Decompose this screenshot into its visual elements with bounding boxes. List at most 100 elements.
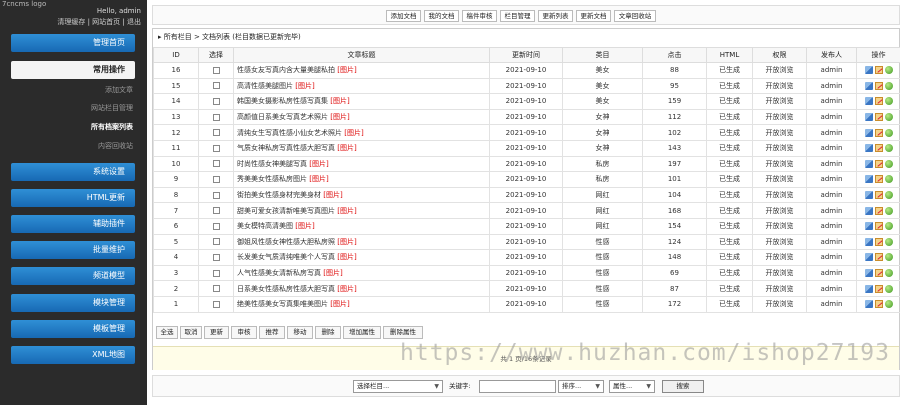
row-checkbox[interactable]: [212, 269, 220, 277]
sidebar-item-batch-maintain[interactable]: 批量维护: [11, 241, 135, 259]
preview-icon[interactable]: [864, 97, 873, 106]
edit-icon[interactable]: [874, 222, 883, 231]
sidebar-item-module-manage[interactable]: 模块管理: [11, 294, 135, 312]
article-title-link[interactable]: 绝美性感美女写真集唯美图片: [237, 300, 328, 308]
article-title-link[interactable]: 御姐风性感女神性感大胆私房照: [237, 238, 335, 246]
row-checkbox[interactable]: [212, 222, 220, 230]
row-checkbox[interactable]: [212, 66, 220, 74]
row-checkbox[interactable]: [212, 82, 220, 90]
sidebar-item-system-settings[interactable]: 系统设置: [11, 163, 135, 181]
remove-attribute-button[interactable]: 删除属性: [383, 326, 423, 339]
article-title-link[interactable]: 日系美女性感私房性感大胆写真: [237, 285, 335, 293]
row-checkbox[interactable]: [212, 160, 220, 168]
article-title-link[interactable]: 气质女神私房写真性感大胆写真: [237, 144, 335, 152]
edit-icon[interactable]: [874, 269, 883, 278]
row-checkbox[interactable]: [212, 129, 220, 137]
sidebar-item-template-manage[interactable]: 模板管理: [11, 320, 135, 338]
row-checkbox[interactable]: [212, 97, 220, 105]
approve-icon[interactable]: [884, 66, 893, 75]
sidebar-item-html-update[interactable]: HTML更新: [11, 189, 135, 207]
row-checkbox[interactable]: [212, 253, 220, 261]
preview-icon[interactable]: [864, 66, 873, 75]
article-recycle-button[interactable]: 文章回收站: [614, 10, 656, 22]
preview-icon[interactable]: [864, 175, 873, 184]
sidebar-item-recycle-bin[interactable]: 内容回收站: [98, 141, 133, 151]
edit-icon[interactable]: [874, 128, 883, 137]
deselect-button[interactable]: 取消: [180, 326, 202, 339]
edit-icon[interactable]: [874, 66, 883, 75]
edit-icon[interactable]: [874, 97, 883, 106]
approve-icon[interactable]: [884, 81, 893, 90]
select-all-button[interactable]: 全选: [156, 326, 178, 339]
sidebar-item-xml-map[interactable]: XML地图: [11, 346, 135, 364]
approve-icon[interactable]: [884, 284, 893, 293]
update-docs-button[interactable]: 更新文档: [576, 10, 611, 22]
clear-cache-link[interactable]: 清理缓存: [57, 18, 85, 26]
approve-icon[interactable]: [884, 113, 893, 122]
row-checkbox[interactable]: [212, 207, 220, 215]
sidebar-item-channel-model[interactable]: 频道模型: [11, 267, 135, 285]
edit-icon[interactable]: [874, 206, 883, 215]
approve-icon[interactable]: [884, 128, 893, 137]
row-checkbox[interactable]: [212, 238, 220, 246]
article-title-link[interactable]: 高清性感美腿图片: [237, 82, 293, 90]
approve-icon[interactable]: [884, 175, 893, 184]
article-title-link[interactable]: 美女模特高清美图: [237, 222, 293, 230]
article-title-link[interactable]: 街拍美女性感身材完美身材: [237, 191, 321, 199]
recommend-button[interactable]: 推荐: [259, 326, 285, 339]
preview-icon[interactable]: [864, 128, 873, 137]
row-checkbox[interactable]: [212, 300, 220, 308]
preview-icon[interactable]: [864, 237, 873, 246]
approve-button[interactable]: 审核: [231, 326, 257, 339]
preview-icon[interactable]: [864, 113, 873, 122]
edit-icon[interactable]: [874, 81, 883, 90]
preview-icon[interactable]: [864, 284, 873, 293]
preview-icon[interactable]: [864, 191, 873, 200]
edit-icon[interactable]: [874, 300, 883, 309]
column-select[interactable]: 选择栏目... ▼: [353, 380, 443, 393]
approve-icon[interactable]: [884, 144, 893, 153]
preview-icon[interactable]: [864, 222, 873, 231]
sidebar-item-all-archives[interactable]: 所有档案列表: [91, 122, 133, 132]
category-manage-button[interactable]: 栏目管理: [500, 10, 535, 22]
edit-icon[interactable]: [874, 113, 883, 122]
row-checkbox[interactable]: [212, 285, 220, 293]
article-title-link[interactable]: 性感女友写真内含大量美腿私拍: [237, 66, 335, 74]
sidebar-item-category-manage[interactable]: 网站栏目管理: [91, 103, 133, 113]
article-title-link[interactable]: 人气性感美女清新私房写真: [237, 269, 321, 277]
edit-icon[interactable]: [874, 191, 883, 200]
approve-icon[interactable]: [884, 191, 893, 200]
row-checkbox[interactable]: [212, 191, 220, 199]
row-checkbox[interactable]: [212, 113, 220, 121]
my-docs-button[interactable]: 我的文档: [424, 10, 459, 22]
sidebar-item-common-ops[interactable]: 常用操作: [11, 61, 135, 79]
edit-icon[interactable]: [874, 284, 883, 293]
preview-icon[interactable]: [864, 81, 873, 90]
article-title-link[interactable]: 长发美女气质清纯唯美个人写真: [237, 253, 335, 261]
row-checkbox[interactable]: [212, 175, 220, 183]
logout-link[interactable]: 退出: [127, 18, 141, 26]
preview-icon[interactable]: [864, 300, 873, 309]
approve-icon[interactable]: [884, 206, 893, 215]
delete-button[interactable]: 删除: [315, 326, 341, 339]
article-title-link[interactable]: 清纯女生写真性感小仙女艺术照片: [237, 129, 342, 137]
article-title-link[interactable]: 秀美美女性感私房图片: [237, 175, 307, 183]
article-title-link[interactable]: 时尚性感女神美腿写真: [237, 160, 307, 168]
row-checkbox[interactable]: [212, 144, 220, 152]
preview-icon[interactable]: [864, 269, 873, 278]
approve-icon[interactable]: [884, 269, 893, 278]
attribute-select[interactable]: 属性... ▼: [609, 380, 655, 393]
edit-icon[interactable]: [874, 144, 883, 153]
approve-icon[interactable]: [884, 237, 893, 246]
move-button[interactable]: 移动: [287, 326, 313, 339]
sidebar-item-plugins[interactable]: 辅助插件: [11, 215, 135, 233]
sidebar-item-dashboard[interactable]: 管理首页: [11, 34, 135, 52]
sort-select[interactable]: 排序... ▼: [558, 380, 604, 393]
article-title-link[interactable]: 高颜值日系美女写真艺术照片: [237, 113, 328, 121]
approve-icon[interactable]: [884, 159, 893, 168]
search-button[interactable]: 搜索: [662, 380, 704, 393]
article-title-link[interactable]: 甜美可爱女孩清新唯美写真图片: [237, 207, 335, 215]
site-home-link[interactable]: 网站首页: [92, 18, 120, 26]
edit-icon[interactable]: [874, 237, 883, 246]
article-title-link[interactable]: 韩国美女摄影私房性感写真集: [237, 97, 328, 105]
